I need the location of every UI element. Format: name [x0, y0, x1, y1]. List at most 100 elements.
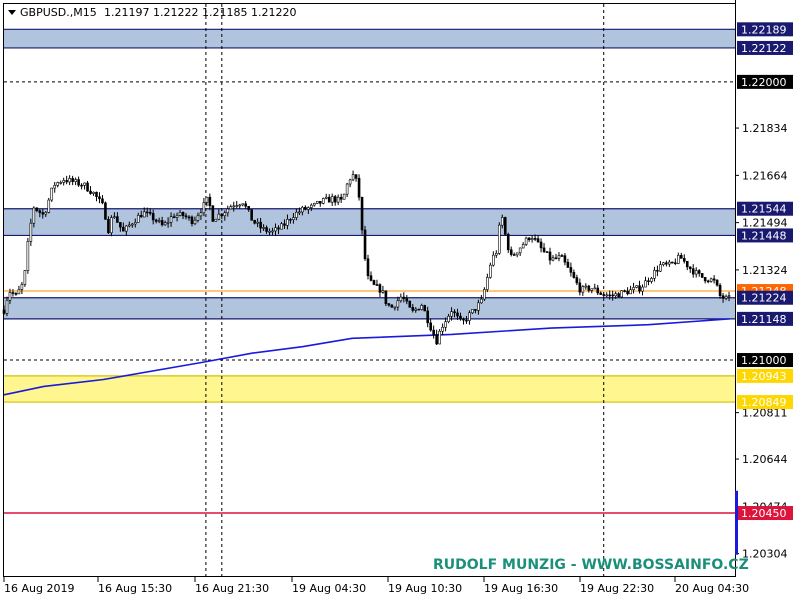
candle-body	[41, 212, 45, 215]
candle-body	[8, 292, 12, 301]
candle-body	[307, 207, 310, 210]
candle	[26, 237, 30, 274]
candle-body	[47, 199, 51, 213]
candle-body	[596, 287, 600, 294]
chart-ohlc: 1.21197 1.21222 1.21185 1.21220	[104, 6, 296, 19]
candle-body	[414, 308, 418, 311]
candle-body	[530, 238, 534, 241]
candle-body	[584, 285, 588, 288]
candle-body	[709, 278, 713, 282]
price-badge-label: 1.22189	[741, 23, 787, 36]
candle-body	[318, 201, 322, 204]
candle-body	[396, 300, 400, 308]
candle-body	[375, 284, 379, 286]
price-tick-label: 1.21664	[742, 169, 788, 182]
candle-body	[247, 206, 250, 211]
candle-body	[139, 215, 143, 218]
candle	[408, 300, 412, 308]
candle-body	[474, 309, 477, 311]
candle-body	[462, 318, 465, 321]
candle-body	[241, 203, 244, 206]
chart: 1.218341.216641.214941.213241.208111.206…	[0, 0, 793, 595]
candle-body	[92, 191, 95, 194]
price-tick-label: 1.21494	[742, 217, 788, 230]
candle-body	[542, 247, 546, 252]
zone-mid-upper	[4, 208, 735, 236]
candle-body	[408, 300, 412, 308]
candle	[715, 279, 719, 287]
candle-body	[98, 196, 101, 200]
candle-body	[348, 179, 352, 185]
candle-body	[232, 205, 236, 208]
candle-body	[560, 255, 564, 257]
candle-body	[679, 255, 683, 259]
price-tick-label: 1.21324	[742, 264, 788, 277]
candle-body	[172, 216, 176, 219]
candle	[321, 197, 325, 205]
candle-body	[65, 180, 68, 183]
candle	[315, 201, 319, 204]
chart-symbol: GBPUSD.,M15	[20, 6, 97, 19]
candle-body	[238, 204, 242, 207]
candle-body	[691, 268, 695, 275]
zone-mid-lower	[4, 297, 735, 319]
candle	[104, 201, 107, 220]
candle	[423, 304, 426, 312]
candle	[483, 287, 486, 302]
candle-body	[116, 216, 119, 223]
candle-body	[668, 261, 671, 265]
candle-body	[506, 234, 510, 251]
candle-body	[703, 277, 707, 282]
price-tick-label: 1.20304	[742, 548, 788, 561]
candle	[489, 262, 492, 279]
candle-body	[214, 218, 218, 222]
candle-body	[554, 257, 558, 260]
candle-body	[456, 312, 459, 317]
candle-body	[372, 280, 376, 285]
candle-body	[262, 227, 265, 229]
candle-body	[265, 227, 268, 232]
candle-body	[333, 196, 337, 203]
candle-body	[304, 206, 307, 210]
candle-body	[459, 315, 462, 320]
price-badge-label: 1.20849	[741, 396, 787, 409]
candle-body	[447, 315, 450, 323]
candle-body	[387, 303, 391, 306]
candle-body	[83, 182, 86, 186]
candle-body	[142, 211, 146, 218]
candle	[366, 254, 370, 280]
candle-body	[351, 174, 355, 181]
candle-body	[20, 284, 24, 290]
candle	[545, 251, 549, 253]
candle	[438, 329, 441, 345]
candle-body	[572, 272, 576, 278]
candle-body	[181, 211, 185, 217]
candle-body	[682, 258, 686, 262]
candle-body	[295, 211, 298, 218]
candle-body	[62, 180, 65, 183]
candle-body	[712, 278, 716, 281]
candle-body	[26, 241, 30, 271]
candle	[506, 232, 510, 253]
candle	[620, 290, 623, 299]
candle-body	[253, 220, 256, 224]
candle-body	[453, 311, 456, 314]
candle-body	[256, 221, 259, 224]
candle-body	[280, 223, 283, 230]
candle-body	[629, 289, 632, 295]
candle-body	[339, 196, 343, 200]
candle-body	[480, 298, 483, 304]
candle-body	[95, 191, 98, 197]
time-axis: 16 Aug 2019 16 Aug 15:30 16 Aug 21:30 19 Au…	[3, 577, 749, 595]
price-badge-label: 1.21148	[741, 313, 787, 326]
candle-body	[74, 179, 77, 182]
candle-body	[44, 212, 48, 215]
candle-body	[268, 230, 271, 233]
candle-body	[420, 305, 424, 310]
plot-background	[0, 0, 735, 577]
candle-body	[175, 215, 179, 218]
candle-body	[662, 262, 665, 265]
candle-body	[727, 295, 731, 297]
candle-body	[157, 220, 161, 222]
candle-body	[17, 289, 21, 295]
